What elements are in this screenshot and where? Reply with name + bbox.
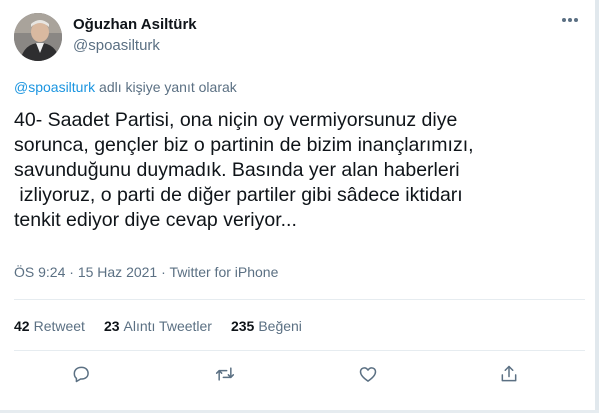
retweet-stat[interactable]: 42 Retweet [14, 318, 85, 334]
speech-bubble-icon[interactable] [68, 361, 94, 387]
retweet-label: Retweet [33, 318, 85, 334]
action-bar [0, 361, 599, 389]
author-handle[interactable]: @spoasilturk [73, 37, 160, 54]
retweet-count: 42 [14, 318, 30, 334]
tweet-meta: ÖS 9:24 · 15 Haz 2021 · Twitter for iPho… [14, 264, 278, 280]
reply-context: @spoasilturk adlı kişiye yanıt olarak [14, 79, 237, 95]
quote-stat[interactable]: 23 Alıntı Tweetler [104, 318, 212, 334]
reply-context-text: adlı kişiye yanıt olarak [95, 79, 237, 95]
more-dots-icon[interactable] [562, 16, 582, 24]
meta-separator: · [65, 264, 78, 280]
quote-label: Alıntı Tweetler [123, 318, 212, 334]
tweet-text: 40- Saadet Partisi, ona niçin oy vermiyo… [14, 109, 474, 231]
tweet-source[interactable]: Twitter for iPhone [169, 264, 278, 280]
tweet-stats: 42 Retweet 23 Alıntı Tweetler 235 Beğeni [14, 318, 321, 334]
reply-mention-link[interactable]: @spoasilturk [14, 79, 95, 95]
author-name[interactable]: Oğuzhan Asiltürk [73, 16, 197, 33]
retweet-icon[interactable] [212, 361, 238, 387]
like-stat[interactable]: 235 Beğeni [231, 318, 302, 334]
avatar-photo-icon [14, 13, 62, 61]
heart-icon[interactable] [355, 361, 381, 387]
tweet-time[interactable]: ÖS 9:24 [14, 264, 65, 280]
quote-count: 23 [103, 318, 120, 334]
avatar[interactable] [14, 13, 62, 61]
like-count: 235 [230, 318, 255, 334]
like-label: Beğeni [258, 318, 302, 334]
window-edge-right [595, 0, 599, 413]
divider [14, 350, 585, 351]
tweet-date[interactable]: 15 Haz 2021 [78, 264, 157, 280]
meta-separator: · [157, 264, 170, 280]
share-icon[interactable] [496, 361, 522, 387]
divider [14, 299, 585, 300]
